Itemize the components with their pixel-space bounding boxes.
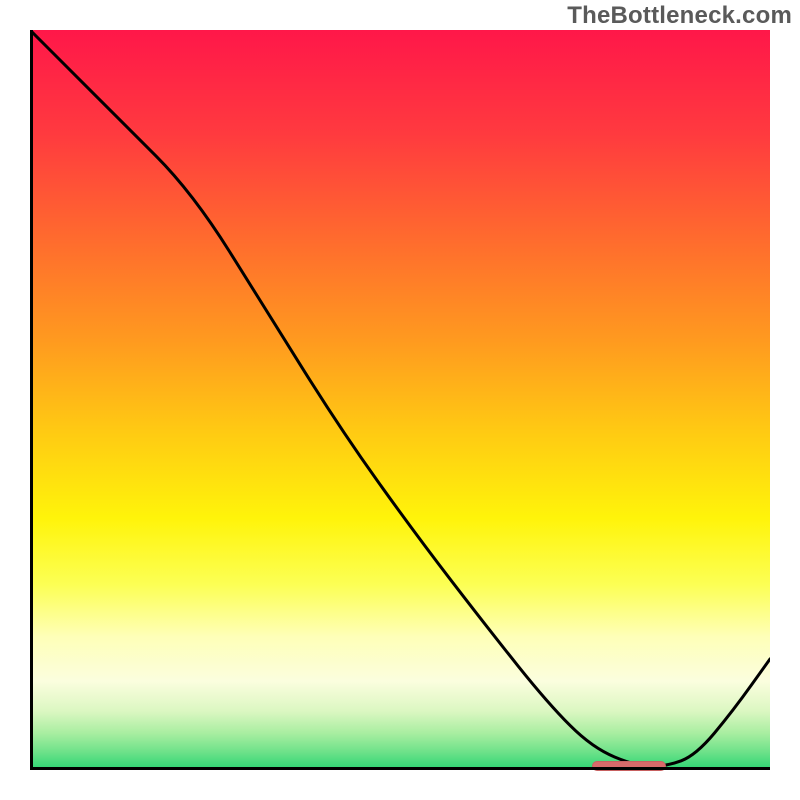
watermark-text: TheBottleneck.com: [567, 2, 792, 30]
chart-frame: TheBottleneck.com: [0, 0, 800, 800]
plot-area: [30, 30, 770, 770]
y-axis: [30, 30, 33, 770]
background-gradient: [30, 30, 770, 770]
x-axis: [30, 767, 770, 770]
